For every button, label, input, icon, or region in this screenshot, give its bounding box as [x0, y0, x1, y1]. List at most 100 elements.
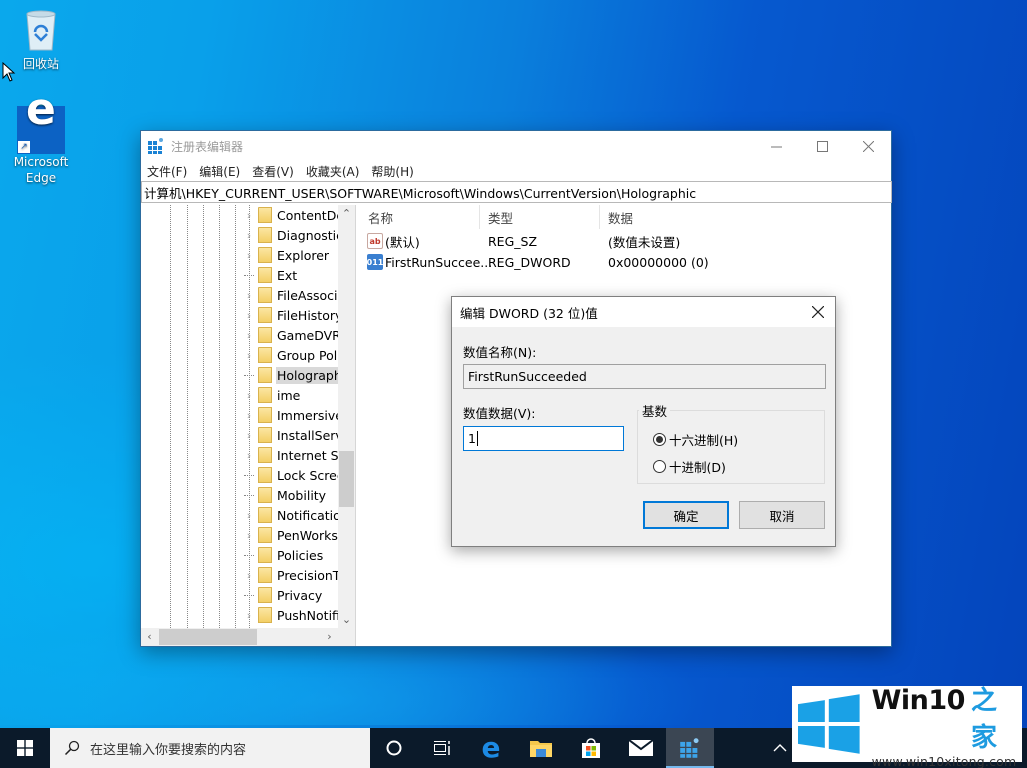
taskbar-cortana[interactable] — [370, 728, 418, 768]
tree-connector — [244, 585, 254, 605]
folder-icon — [258, 207, 272, 223]
tree-item-label: Explorer — [277, 247, 330, 263]
expand-chevron-icon[interactable]: › — [244, 225, 254, 245]
tree-item-label: InstallServ — [277, 427, 343, 443]
taskbar-file-explorer[interactable] — [516, 728, 566, 768]
taskbar-edge[interactable]: e — [466, 728, 516, 768]
tree-item-label: GameDVR — [277, 327, 341, 343]
maximize-button[interactable] — [799, 131, 845, 161]
value-row[interactable]: ab (默认) REG_SZ (数值未设置) — [360, 231, 890, 251]
tree-vscroll-thumb[interactable] — [339, 451, 354, 507]
expand-chevron-icon[interactable]: › — [244, 405, 254, 425]
desktop-icon-recycle-bin[interactable]: 回收站 — [9, 8, 73, 72]
radio-hex-label: 十六进制(H) — [669, 433, 739, 448]
cortana-icon — [386, 740, 402, 756]
expand-chevron-icon[interactable]: › — [244, 525, 254, 545]
tree-connector — [244, 485, 254, 505]
radio-checked-icon — [653, 433, 666, 446]
column-header-name[interactable]: 名称 — [360, 205, 480, 229]
tree-item-label: Policies — [277, 547, 324, 563]
folder-icon — [530, 741, 552, 757]
value-name-label: 数值名称(N): — [463, 345, 537, 360]
tree-item-label: ContentDe — [277, 207, 345, 223]
list-header: 名称 类型 数据 — [360, 205, 891, 229]
maximize-icon — [816, 140, 828, 152]
taskbar-mail[interactable] — [616, 728, 666, 768]
expand-chevron-icon[interactable]: › — [244, 325, 254, 345]
expand-chevron-icon[interactable]: › — [244, 205, 254, 225]
tree-item-label: Ext — [277, 267, 298, 283]
close-button[interactable] — [845, 131, 891, 161]
menu-view[interactable]: 查看(V) — [250, 163, 301, 180]
dialog-close-button[interactable] — [801, 297, 835, 327]
tree-item-label: Notificatio — [277, 507, 341, 523]
folder-icon — [258, 327, 272, 343]
desktop-icon-edge[interactable]: e ↗ Microsoft Edge — [9, 88, 73, 186]
radio-decimal[interactable]: 十进制(D) — [653, 457, 726, 476]
menu-edit[interactable]: 编辑(E) — [197, 163, 247, 180]
scroll-right-icon[interactable]: › — [321, 628, 338, 645]
value-type: REG_SZ — [488, 233, 538, 249]
expand-chevron-icon[interactable]: › — [244, 565, 254, 585]
taskbar-task-view[interactable] — [418, 728, 466, 768]
expand-chevron-icon[interactable]: › — [244, 245, 254, 265]
expand-chevron-icon[interactable]: › — [244, 605, 254, 625]
value-name-field[interactable]: FirstRunSucceeded — [463, 364, 826, 389]
windows-logo-icon — [798, 694, 860, 754]
scroll-left-icon[interactable]: ‹ — [141, 628, 158, 645]
store-icon — [582, 738, 600, 758]
tree-item-label: Holographi — [276, 366, 347, 384]
expand-chevron-icon[interactable]: › — [244, 445, 254, 465]
expand-chevron-icon[interactable]: › — [244, 505, 254, 525]
cancel-button[interactable]: 取消 — [739, 501, 825, 529]
expand-chevron-icon[interactable]: › — [244, 305, 254, 325]
expand-chevron-icon[interactable]: › — [244, 385, 254, 405]
tree-item-label: Immersive — [277, 407, 343, 423]
mouse-cursor-icon — [2, 62, 16, 82]
value-row[interactable]: 011 FirstRunSuccee... REG_DWORD 0x000000… — [360, 252, 890, 272]
minimize-button[interactable] — [753, 131, 799, 161]
show-hidden-icons-button[interactable] — [765, 728, 795, 768]
scroll-down-icon[interactable]: ⌄ — [338, 611, 355, 628]
column-header-data[interactable]: 数据 — [600, 205, 890, 229]
folder-icon — [258, 467, 272, 483]
menu-file[interactable]: 文件(F) — [145, 163, 194, 180]
tree-horizontal-scrollbar[interactable]: ‹ › — [141, 628, 355, 646]
close-icon — [862, 140, 874, 152]
address-bar[interactable]: 计算机\HKEY_CURRENT_USER\SOFTWARE\Microsoft… — [141, 181, 892, 203]
tree-guide — [170, 205, 171, 628]
taskbar-regedit[interactable] — [666, 728, 714, 768]
scroll-up-icon[interactable]: ⌃ — [338, 205, 355, 222]
tree-item-label: FileAssocia — [277, 287, 346, 303]
tree-guide — [235, 205, 236, 628]
recycle-bin-label: 回收站 — [22, 57, 59, 71]
menu-help[interactable]: 帮助(H) — [369, 163, 420, 180]
taskbar-store[interactable] — [566, 728, 616, 768]
tree-hscroll-thumb[interactable] — [159, 629, 257, 645]
title-bar[interactable]: 注册表编辑器 — [141, 131, 891, 161]
tree-guide — [203, 205, 204, 628]
tree-item-label: Internet Se — [277, 447, 347, 463]
expand-chevron-icon[interactable]: › — [244, 345, 254, 365]
mail-icon — [629, 740, 653, 756]
taskbar-search-box[interactable]: 在这里输入你要搜索的内容 — [50, 728, 370, 768]
radio-hexadecimal[interactable]: 十六进制(H) — [653, 430, 738, 449]
start-button[interactable] — [0, 728, 50, 768]
value-type: REG_DWORD — [488, 254, 571, 270]
radio-unchecked-icon — [653, 460, 666, 473]
folder-icon — [258, 587, 272, 603]
ok-button[interactable]: 确定 — [643, 501, 729, 529]
column-header-type[interactable]: 类型 — [480, 205, 600, 229]
tree-connector — [244, 465, 254, 485]
folder-icon — [258, 607, 272, 623]
dialog-title-bar[interactable]: 编辑 DWORD (32 位)值 — [452, 297, 835, 327]
value-data-input[interactable]: 1 — [463, 426, 624, 451]
tree-vertical-scrollbar[interactable]: ⌃ ⌄ — [338, 205, 355, 628]
tree-item-label: Group Pol — [277, 347, 338, 363]
binary-value-icon: 011 — [367, 254, 383, 270]
menu-favorites[interactable]: 收藏夹(A) — [304, 163, 367, 180]
expand-chevron-icon[interactable]: › — [244, 425, 254, 445]
expand-chevron-icon[interactable]: › — [244, 285, 254, 305]
tree-connector — [244, 365, 254, 385]
folder-icon — [258, 407, 272, 423]
